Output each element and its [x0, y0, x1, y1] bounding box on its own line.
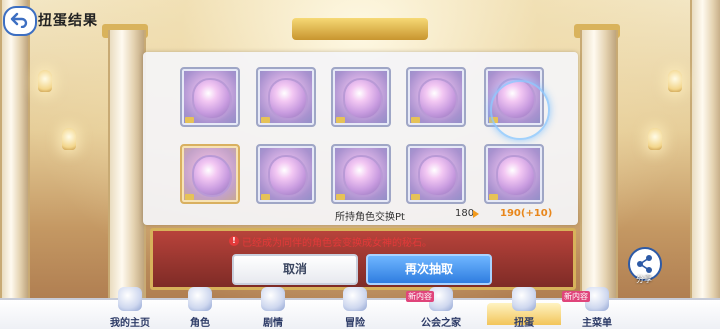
- rank-badge-icon: [185, 117, 194, 123]
- sparkle-ring: [490, 80, 550, 140]
- result-card: [256, 144, 316, 204]
- rank-badge-icon: [489, 194, 498, 200]
- share-label: 分享: [636, 275, 652, 284]
- result-card: [256, 67, 316, 127]
- draw-again-button[interactable]: 再次抽取: [366, 254, 492, 285]
- wall-lamp: [668, 70, 682, 92]
- goddess-stone-icon: [268, 78, 308, 120]
- nav-item[interactable]: 我的主页: [93, 287, 167, 329]
- nav-item[interactable]: 扭蛋: [487, 287, 561, 329]
- warning-icon: !: [229, 236, 239, 246]
- goddess-stone-icon: [418, 155, 458, 197]
- nav-item[interactable]: 剧情: [236, 287, 310, 329]
- page-title: 扭蛋结果: [38, 13, 98, 29]
- result-card: [180, 67, 240, 127]
- nav-item[interactable]: 角色: [163, 287, 237, 329]
- nav-item[interactable]: 冒险: [318, 287, 392, 329]
- pillar-right: [580, 30, 618, 300]
- rank-badge-icon: [411, 194, 420, 200]
- new-content-badge: 新内容: [562, 291, 590, 302]
- result-card: [180, 144, 240, 204]
- nav-item[interactable]: 新内容 主菜单: [560, 287, 634, 329]
- result-card: [331, 144, 391, 204]
- notice-text: 已经成为同伴的角色会变换成女神的秘石。: [242, 238, 432, 249]
- goddess-stone-icon: [192, 155, 232, 197]
- goddess-stone-icon: [192, 78, 232, 120]
- story-icon: [261, 287, 285, 311]
- back-arrow-icon: [10, 12, 28, 28]
- goddess-stone-icon: [496, 155, 536, 197]
- rank-badge-icon: [185, 194, 194, 200]
- adventure-icon: [343, 287, 367, 311]
- back-button[interactable]: [3, 6, 37, 36]
- nav-item[interactable]: 新内容 公会之家: [404, 287, 478, 329]
- rank-badge-icon: [261, 194, 270, 200]
- wall-lamp: [648, 128, 662, 150]
- goddess-stone-icon: [343, 78, 383, 120]
- rank-badge-icon: [261, 117, 270, 123]
- goddess-stone-icon: [343, 155, 383, 197]
- pillar-left: [108, 30, 146, 300]
- rank-badge-icon: [336, 194, 345, 200]
- pillar-left-outer: [0, 0, 30, 327]
- gacha-icon: [512, 287, 536, 311]
- result-card: [406, 67, 466, 127]
- wall-lamp: [62, 128, 76, 150]
- wall-lamp: [38, 70, 52, 92]
- rank-badge-icon: [411, 117, 420, 123]
- rank-badge-icon: [336, 117, 345, 123]
- points-old-value: 180: [455, 208, 475, 219]
- arrow-right-icon: [473, 210, 479, 218]
- result-card: [484, 144, 544, 204]
- pillar-right-outer: [690, 0, 720, 327]
- goddess-stone-icon: [268, 155, 308, 197]
- result-card: [406, 144, 466, 204]
- points-label: 所持角色交换Pt: [335, 212, 405, 223]
- goddess-stone-icon: [418, 78, 458, 120]
- points-new-value: 190(+10): [500, 208, 553, 219]
- cancel-button[interactable]: 取消: [232, 254, 358, 285]
- home-icon: [118, 287, 142, 311]
- gacha-crest: [292, 18, 428, 40]
- result-card: [331, 67, 391, 127]
- new-content-badge: 新内容: [406, 291, 434, 302]
- character-icon: [188, 287, 212, 311]
